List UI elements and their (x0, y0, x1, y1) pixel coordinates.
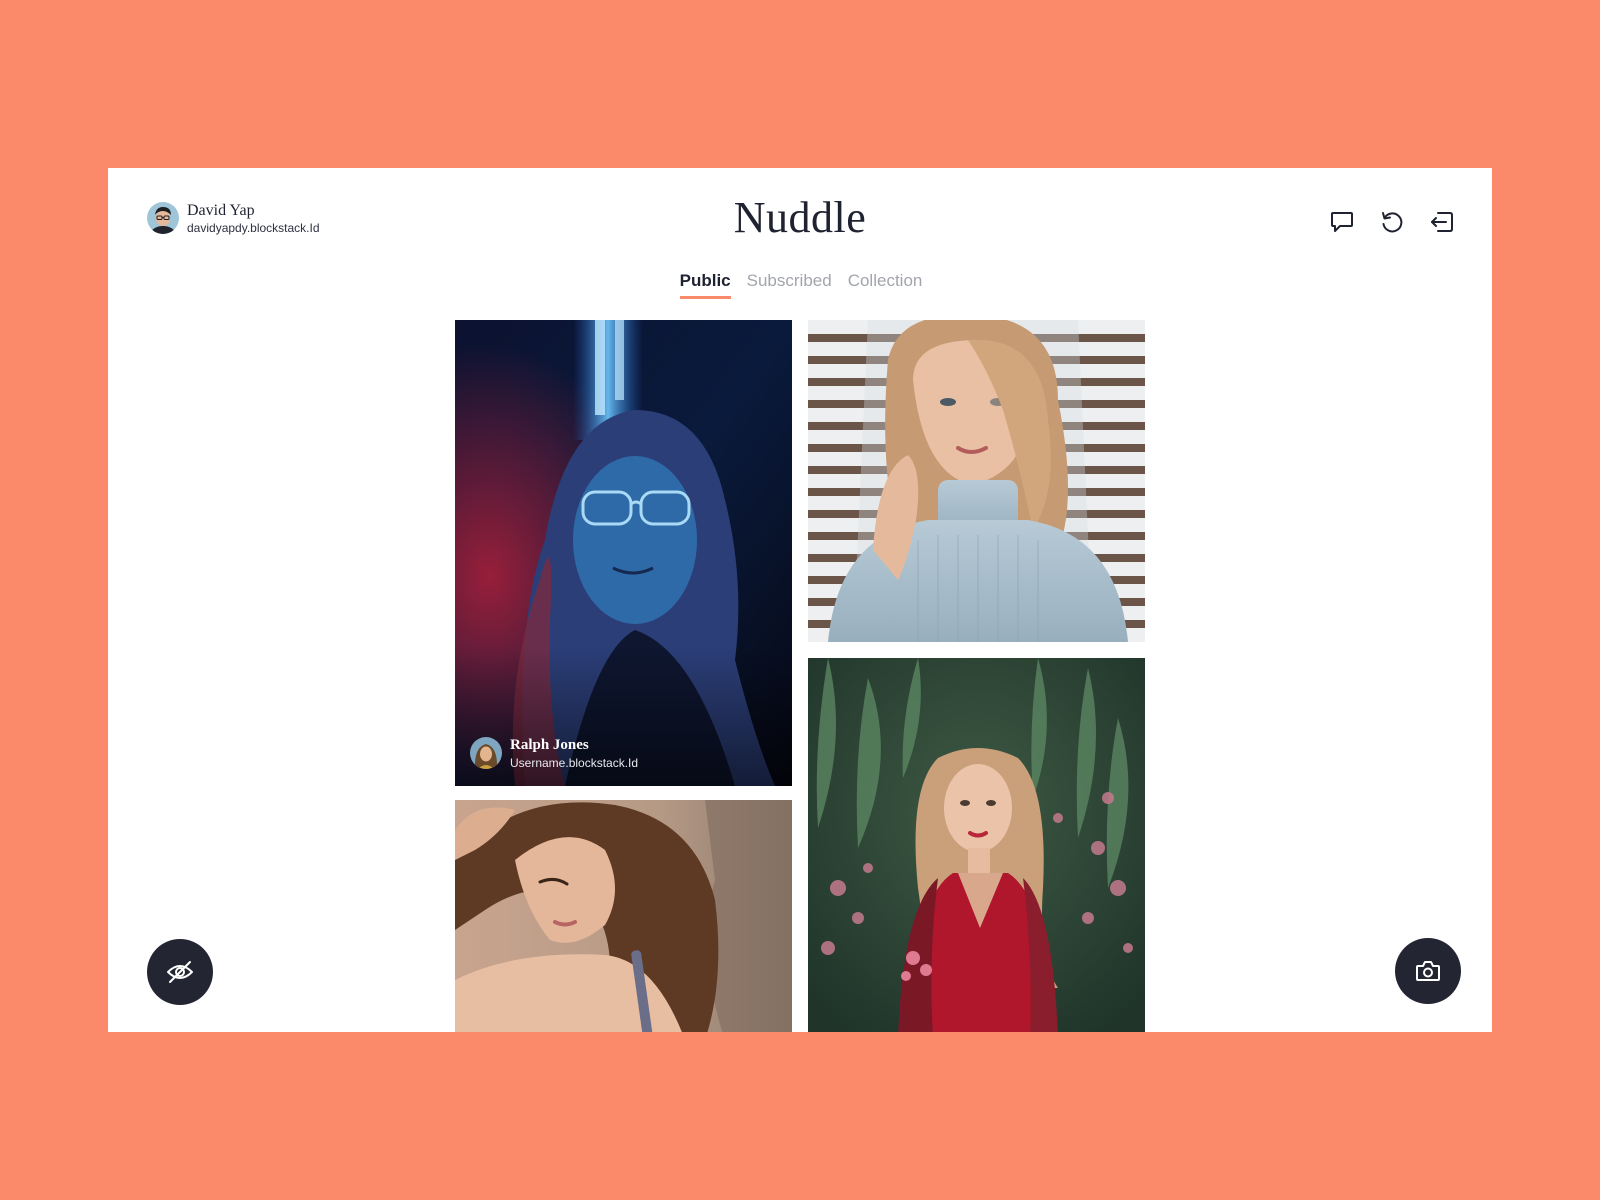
photo-card-hand-in-hair[interactable] (455, 800, 792, 1032)
refresh-icon (1382, 212, 1403, 233)
eye-off-icon (167, 961, 193, 983)
photo-card-turtleneck[interactable] (808, 320, 1145, 642)
author-avatar (470, 737, 502, 769)
refresh-button[interactable] (1378, 208, 1406, 236)
hide-content-button[interactable] (147, 939, 213, 1005)
app-window: David Yap davidyapdy.blockstack.Id Nuddl… (108, 168, 1492, 1032)
tab-subscribed[interactable]: Subscribed (747, 271, 832, 299)
camera-button[interactable] (1395, 938, 1461, 1004)
red-dress-portrait-image (808, 658, 1145, 1032)
hand-in-hair-image (455, 800, 792, 1032)
author-name: Ralph Jones (510, 736, 589, 753)
logout-icon (1431, 212, 1453, 232)
logout-button[interactable] (1428, 208, 1456, 236)
chat-bubble-icon (1331, 212, 1353, 232)
neon-portrait-image (455, 320, 792, 786)
app-brand: Nuddle (733, 193, 867, 242)
author-handle: Username.blockstack.Id (510, 755, 639, 770)
photo-author[interactable]: Ralph Jones Username.blockstack.Id (470, 737, 638, 769)
photo-card-neon-portrait[interactable]: Ralph Jones Username.blockstack.Id (455, 320, 792, 786)
tab-public[interactable]: Public (679, 271, 731, 299)
tab-collection[interactable]: Collection (848, 271, 923, 299)
camera-icon (1416, 961, 1440, 981)
photo-card-red-dress[interactable] (808, 658, 1145, 1032)
messages-button[interactable] (1328, 208, 1356, 236)
turtleneck-portrait-image (808, 320, 1145, 642)
header-actions (1328, 208, 1456, 236)
feed-tabs: Public Subscribed Collection (108, 271, 1492, 299)
